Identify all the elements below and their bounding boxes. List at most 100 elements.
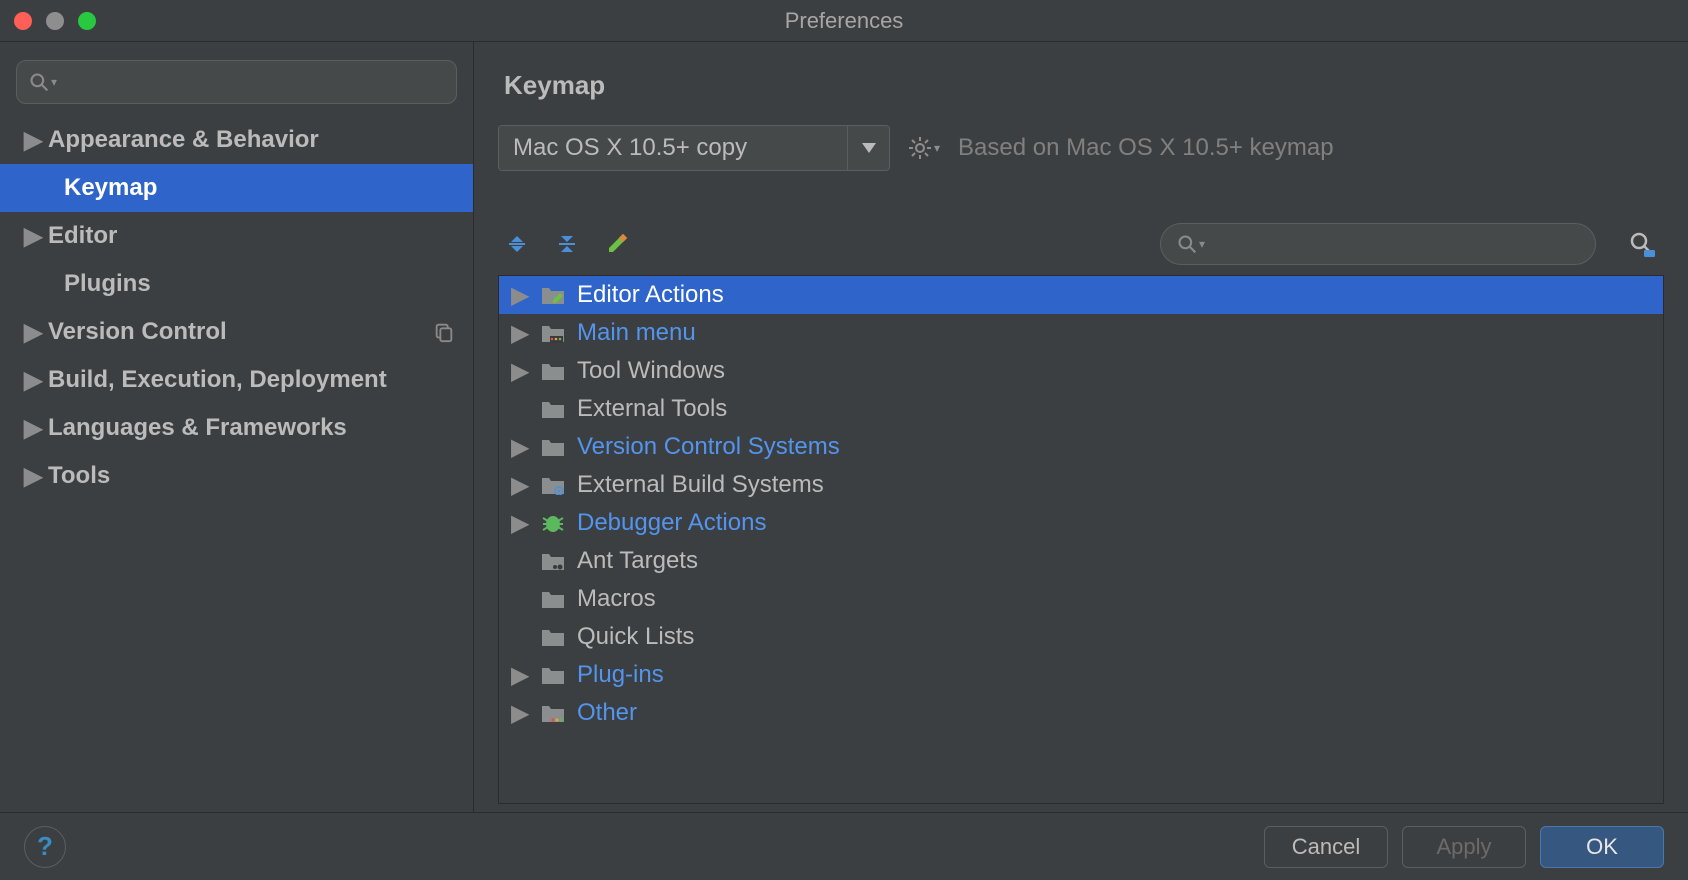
keymap-select[interactable]: Mac OS X 10.5+ copy xyxy=(498,125,890,171)
folder-icon xyxy=(539,625,567,649)
collapse-all-button[interactable] xyxy=(552,229,582,259)
tree-row-label: Debugger Actions xyxy=(577,509,766,537)
help-button[interactable]: ? xyxy=(24,826,66,868)
button-label: OK xyxy=(1586,834,1618,860)
titlebar: Preferences xyxy=(0,0,1688,42)
button-label: Apply xyxy=(1436,834,1491,860)
sidebar-item-label: Plugins xyxy=(64,270,151,298)
tree-row-label: Other xyxy=(577,699,637,727)
expand-icon: ▶ xyxy=(511,281,539,310)
window-controls xyxy=(14,12,96,30)
bug-icon xyxy=(539,511,567,535)
tree-row-label: Editor Actions xyxy=(577,281,724,309)
tree-row-main-menu[interactable]: ▶ Main menu xyxy=(499,314,1663,352)
content-panel: Keymap Mac OS X 10.5+ copy ▾ Based on Ma… xyxy=(474,42,1688,812)
sidebar-item-label: Version Control xyxy=(48,318,227,346)
search-icon xyxy=(1177,234,1197,254)
sidebar: ▾ ▶ Appearance & Behavior Keymap ▶ Edito… xyxy=(0,42,474,812)
tree-row-macros[interactable]: ▶ Macros xyxy=(499,580,1663,618)
expand-icon: ▶ xyxy=(24,222,48,251)
tree-row-quick-lists[interactable]: ▶ Quick Lists xyxy=(499,618,1663,656)
keymap-tree[interactable]: ▶ Editor Actions ▶ Main menu ▶ Tool Wind… xyxy=(498,275,1664,804)
sidebar-item-build-execution[interactable]: ▶ Build, Execution, Deployment xyxy=(0,356,473,404)
folder-icon xyxy=(539,587,567,611)
copy-icon xyxy=(433,321,455,343)
tree-row-other[interactable]: ▶ Other xyxy=(499,694,1663,732)
sidebar-item-label: Tools xyxy=(48,462,110,490)
sidebar-item-label: Build, Execution, Deployment xyxy=(48,366,387,394)
tree-row-label: Macros xyxy=(577,585,656,613)
dropdown-button[interactable] xyxy=(847,126,889,170)
expand-icon: ▶ xyxy=(24,318,48,347)
dialog-footer: ? Cancel Apply OK xyxy=(0,812,1688,880)
cancel-button[interactable]: Cancel xyxy=(1264,826,1388,868)
tree-row-external-tools[interactable]: ▶ External Tools xyxy=(499,390,1663,428)
ok-button[interactable]: OK xyxy=(1540,826,1664,868)
sidebar-item-languages-frameworks[interactable]: ▶ Languages & Frameworks xyxy=(0,404,473,452)
search-icon xyxy=(29,72,49,92)
keymap-selector-row: Mac OS X 10.5+ copy ▾ Based on Mac OS X … xyxy=(498,125,1664,171)
tree-row-ant-targets[interactable]: ▶ Ant Targets xyxy=(499,542,1663,580)
sidebar-item-editor[interactable]: ▶ Editor xyxy=(0,212,473,260)
tree-row-label: Ant Targets xyxy=(577,547,698,575)
help-icon: ? xyxy=(37,831,53,862)
folder-icon xyxy=(539,663,567,687)
folder-icon xyxy=(539,359,567,383)
expand-icon: ▶ xyxy=(24,462,48,491)
close-window-button[interactable] xyxy=(14,12,32,30)
tree-row-label: Plug-ins xyxy=(577,661,664,689)
tree-row-tool-windows[interactable]: ▶ Tool Windows xyxy=(499,352,1663,390)
expand-icon: ▶ xyxy=(24,366,48,395)
expand-icon: ▶ xyxy=(511,509,539,538)
folder-dots-icon xyxy=(539,701,567,725)
tree-row-label: Version Control Systems xyxy=(577,433,840,461)
tree-row-label: Tool Windows xyxy=(577,357,725,385)
expand-icon: ▶ xyxy=(511,433,539,462)
tree-toolbar: ▾ xyxy=(498,223,1664,265)
folder-ant-icon xyxy=(539,549,567,573)
pencil-icon xyxy=(605,232,629,256)
tree-row-label: Quick Lists xyxy=(577,623,694,651)
sidebar-item-version-control[interactable]: ▶ Version Control xyxy=(0,308,473,356)
sidebar-item-tools[interactable]: ▶ Tools xyxy=(0,452,473,500)
sidebar-item-label: Languages & Frameworks xyxy=(48,414,347,442)
apply-button[interactable]: Apply xyxy=(1402,826,1526,868)
expand-icon: ▶ xyxy=(511,319,539,348)
chevron-down-icon xyxy=(862,143,876,153)
tree-row-debugger[interactable]: ▶ Debugger Actions xyxy=(499,504,1663,542)
preferences-search-input[interactable]: ▾ xyxy=(16,60,457,104)
maximize-window-button[interactable] xyxy=(78,12,96,30)
minimize-window-button[interactable] xyxy=(46,12,64,30)
expand-icon: ▶ xyxy=(511,357,539,386)
sidebar-item-keymap[interactable]: Keymap xyxy=(0,164,473,212)
keymap-actions-button[interactable]: ▾ xyxy=(908,136,940,160)
window-title: Preferences xyxy=(0,8,1688,34)
tree-row-external-build[interactable]: ▶ External Build Systems xyxy=(499,466,1663,504)
tree-row-editor-actions[interactable]: ▶ Editor Actions xyxy=(499,276,1663,314)
sidebar-item-label: Keymap xyxy=(64,174,157,202)
sidebar-item-plugins[interactable]: Plugins xyxy=(0,260,473,308)
search-dropdown-caret-icon: ▾ xyxy=(51,75,57,89)
collapse-all-icon xyxy=(555,232,579,256)
expand-all-button[interactable] xyxy=(502,229,532,259)
edit-shortcut-button[interactable] xyxy=(602,229,632,259)
find-by-shortcut-button[interactable] xyxy=(1624,226,1660,262)
expand-icon: ▶ xyxy=(24,126,48,155)
tree-row-label: External Tools xyxy=(577,395,727,423)
folder-edit-icon xyxy=(539,283,567,307)
folder-menu-icon xyxy=(539,321,567,345)
page-title: Keymap xyxy=(504,70,1664,101)
expand-icon: ▶ xyxy=(511,471,539,500)
tree-row-label: Main menu xyxy=(577,319,696,347)
action-search-input[interactable]: ▾ xyxy=(1160,223,1596,265)
based-on-label: Based on Mac OS X 10.5+ keymap xyxy=(958,134,1334,162)
expand-all-icon xyxy=(505,232,529,256)
sidebar-item-appearance-behavior[interactable]: ▶ Appearance & Behavior xyxy=(0,116,473,164)
expand-icon: ▶ xyxy=(511,661,539,690)
folder-icon xyxy=(539,435,567,459)
find-shortcut-icon xyxy=(1628,230,1656,258)
expand-icon: ▶ xyxy=(511,699,539,728)
gear-icon xyxy=(908,136,932,160)
tree-row-plugins[interactable]: ▶ Plug-ins xyxy=(499,656,1663,694)
tree-row-vcs[interactable]: ▶ Version Control Systems xyxy=(499,428,1663,466)
